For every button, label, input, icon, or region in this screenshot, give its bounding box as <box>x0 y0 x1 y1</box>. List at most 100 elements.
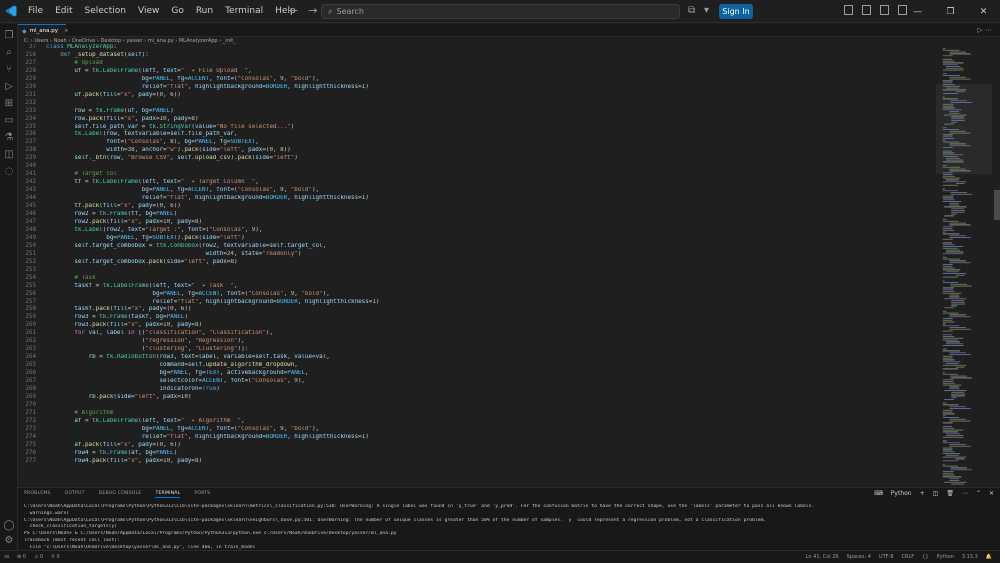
code-line[interactable]: af = tk.LabelFrame(left, text=" ✦ Algori… <box>46 418 936 426</box>
restore-icon[interactable]: ❐ <box>934 0 967 23</box>
code-line[interactable]: # Algorithm <box>46 410 936 418</box>
code-content[interactable]: class MLAnalyzerApp: def _setup_dataset(… <box>46 44 936 466</box>
code-line[interactable]: ("clustering", "Clustering")]: <box>46 346 936 354</box>
line-endings[interactable]: CRLF <box>902 554 915 560</box>
code-line[interactable]: uf.pack(fill="x", pady=(0, 6)) <box>46 92 936 100</box>
code-line[interactable]: row.pack(fill="x", padx=10, pady=8) <box>46 116 936 124</box>
tab-terminal[interactable]: TERMINAL <box>155 491 181 498</box>
sticky-scroll-line[interactable]: def _setup_dataset(self): <box>46 51 936 60</box>
code-line[interactable]: row4 = tk.Frame(af, bg=PANEL) <box>46 450 936 458</box>
menu-run[interactable]: Run <box>190 0 219 23</box>
code-editor[interactable]: 37 216 227 228 229 230 231 232 233 234 235 236 237 23… <box>18 44 936 487</box>
settings-gear-icon[interactable]: ⚙ <box>3 534 15 546</box>
tab-output[interactable]: OUTPUT <box>65 491 85 498</box>
copilot-icon[interactable]: ⧉ <box>688 5 695 16</box>
code-line[interactable]: command=self.update_algorithm_dropdown, <box>46 362 936 370</box>
code-line[interactable]: row3.pack(fill="x", padx=10, pady=8) <box>46 322 936 330</box>
code-line[interactable]: taskf = tk.LabelFrame(left, text=" ✦ Tas… <box>46 283 936 291</box>
code-line[interactable]: tf.pack(fill="x", pady=(0, 6)) <box>46 203 936 211</box>
code-line[interactable]: rb = tk.Radiobutton(row3, text=label, va… <box>46 354 936 362</box>
close-panel-icon[interactable]: ✕ <box>989 490 994 497</box>
sign-in-button[interactable]: Sign In <box>719 4 753 19</box>
code-line[interactable]: # Target col <box>46 171 936 179</box>
terminal-shell-label[interactable]: Python <box>891 490 912 497</box>
code-line[interactable]: ("regression", "Regression"), <box>46 338 936 346</box>
encoding[interactable]: UTF-8 <box>879 554 894 560</box>
explorer-icon[interactable]: ❐ <box>3 29 15 41</box>
code-line[interactable]: relief="flat", highlightbackground=BORDE… <box>46 299 936 307</box>
code-line[interactable]: bg=PANEL, fg=ACCENT, font=("Consolas", 9… <box>46 187 936 195</box>
code-line[interactable]: self.file_path_var = tk.StringVar(value=… <box>46 124 936 132</box>
menu-view[interactable]: View <box>132 0 165 23</box>
toggle-panel-icon[interactable] <box>862 5 871 15</box>
indentation[interactable]: Spaces: 4 <box>847 554 871 560</box>
warnings-count[interactable]: ⚠ 0 <box>34 554 43 560</box>
docker-icon[interactable]: ◫ <box>3 148 15 160</box>
code-line[interactable]: bg=PANEL, fg=ACCENT, font=("Consolas", 9… <box>46 291 936 299</box>
code-line[interactable]: tk.Label(row, textvariable=self.file_pat… <box>46 131 936 139</box>
code-line[interactable]: uf = tk.LabelFrame(left, text=" ✦ File U… <box>46 68 936 76</box>
tab-debug-console[interactable]: DEBUG CONSOLE <box>99 491 142 498</box>
testing-icon[interactable]: ⚗ <box>3 131 15 143</box>
terminal-output[interactable]: C:\Users\Noah\AppData\Local\Programs\Pyt… <box>24 504 984 552</box>
menu-file[interactable]: File <box>22 0 49 23</box>
account-icon[interactable]: ◯ <box>3 519 15 531</box>
more-icon[interactable]: ⋯ <box>962 490 968 497</box>
split-terminal-icon[interactable]: ◫ <box>933 490 939 497</box>
code-line[interactable]: tk.Label(row2, text="Target :", font=("C… <box>46 227 936 235</box>
menu-go[interactable]: Go <box>165 0 189 23</box>
vertical-scrollbar[interactable] <box>994 190 1000 220</box>
search-view-icon[interactable]: ⌕ <box>3 46 15 58</box>
tab-close-icon[interactable]: × <box>64 28 69 34</box>
code-line[interactable]: bg=PANEL, fg=ACCENT, font=("Consolas", 9… <box>46 426 936 434</box>
menu-terminal[interactable]: Terminal <box>219 0 269 23</box>
minimize-icon[interactable]: — <box>901 0 934 23</box>
tab-problems[interactable]: PROBLEMS <box>24 491 51 498</box>
more-actions-icon[interactable]: ▷ ⋯ <box>977 26 992 34</box>
code-line[interactable]: row = tk.Frame(uf, bg=PANEL) <box>46 108 936 116</box>
code-line[interactable]: relief="flat", highlightbackground=BORDE… <box>46 195 936 203</box>
notifications-bell-icon[interactable]: 🔔 <box>986 554 992 560</box>
minimap[interactable] <box>936 44 992 487</box>
ports-count[interactable]: ⚲ 0 <box>51 554 59 560</box>
code-line[interactable]: bg=PANEL, fg=SUBTEXT).pack(side="left") <box>46 235 936 243</box>
chat-icon[interactable]: ◌ <box>3 165 15 177</box>
code-line[interactable]: self.target_combobox = ttk.Combobox(row2… <box>46 243 936 251</box>
kill-terminal-icon[interactable]: 🗑 <box>946 490 954 497</box>
cursor-position[interactable]: Ln 41, Col 26 <box>806 554 839 560</box>
close-icon[interactable]: ✕ <box>967 0 1000 23</box>
errors-count[interactable]: ⊗ 0 <box>17 554 26 560</box>
language-braces[interactable]: {} <box>922 554 928 560</box>
code-line[interactable]: indicatoron=True) <box>46 386 936 394</box>
language-mode[interactable]: Python <box>937 554 954 560</box>
code-line[interactable]: relief="flat", highlightbackground=BORDE… <box>46 434 936 442</box>
code-line[interactable] <box>46 267 936 275</box>
code-line[interactable]: relief="flat", highlightbackground=BORDE… <box>46 84 936 92</box>
remote-explorer-icon[interactable]: ▭ <box>3 114 15 126</box>
code-line[interactable]: # Task <box>46 275 936 283</box>
forward-arrow-icon[interactable]: → <box>308 4 317 17</box>
code-line[interactable] <box>46 163 936 171</box>
tab-ports[interactable]: PORTS <box>194 491 210 498</box>
python-version[interactable]: 3.13.3 <box>962 554 978 560</box>
code-line[interactable]: bg=PANEL, fg=TEXT, activebackground=PANE… <box>46 370 936 378</box>
new-terminal-icon[interactable]: + <box>920 490 925 497</box>
code-line[interactable]: # Upload <box>46 60 936 68</box>
code-line[interactable]: self._btn(row, "Browse CSV", self.upload… <box>46 155 936 163</box>
code-line[interactable]: selectcolor=ACCENT, font=("Consolas", 9)… <box>46 378 936 386</box>
toggle-primary-sidebar-icon[interactable] <box>844 5 853 15</box>
extensions-icon[interactable]: ⊞ <box>3 97 15 109</box>
remote-indicator-icon[interactable]: ⋊ <box>4 554 9 560</box>
code-line[interactable]: self.target_combobox.pack(side="left", p… <box>46 259 936 267</box>
minimap-slider[interactable] <box>936 84 992 174</box>
toggle-secondary-sidebar-icon[interactable] <box>880 5 889 15</box>
code-line[interactable]: font=("Consolas", 8), bg=PANEL, fg=SUBTE… <box>46 139 936 147</box>
code-line[interactable]: width=24, state="readonly") <box>46 251 936 259</box>
code-line[interactable]: tf = tk.LabelFrame(left, text=" ✦ Target… <box>46 179 936 187</box>
code-line[interactable]: row2.pack(fill="x", padx=10, pady=8) <box>46 219 936 227</box>
code-line[interactable]: af.pack(fill="x", pady=(0, 6)) <box>46 442 936 450</box>
menu-edit[interactable]: Edit <box>49 0 78 23</box>
code-line[interactable]: bg=PANEL, fg=ACCENT, font=("Consolas", 9… <box>46 76 936 84</box>
source-control-icon[interactable]: ⑂ <box>3 63 15 75</box>
tab-ml-ana[interactable]: ◆ ml_ana.py × <box>18 24 69 37</box>
